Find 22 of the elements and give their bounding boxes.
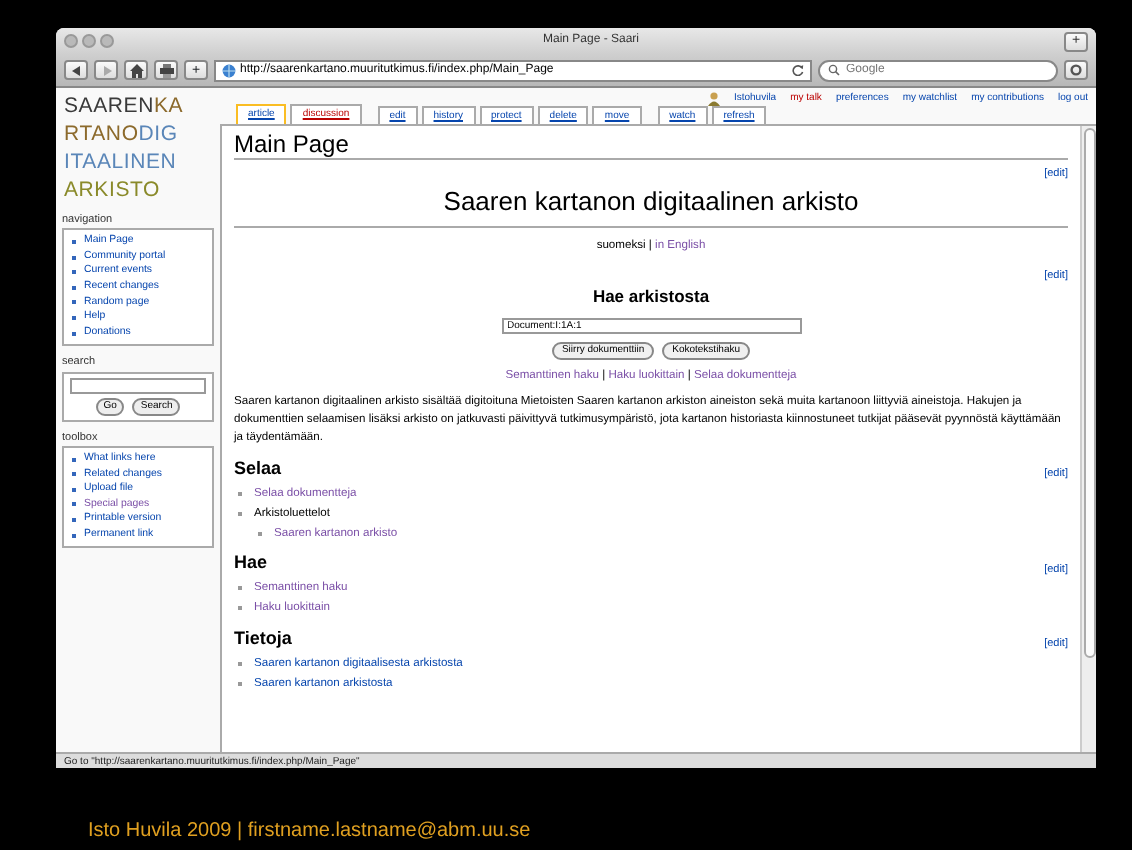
home-button[interactable] (124, 60, 148, 80)
section-heading: Hae arkistosta (590, 284, 712, 310)
user-icon (707, 92, 720, 106)
bookmarks-button[interactable] (1064, 60, 1088, 80)
section-heading: Tietoja (234, 627, 292, 650)
globe-icon (222, 63, 236, 77)
home-icon (129, 63, 143, 77)
scrollbar[interactable] (1080, 126, 1096, 752)
page-title: Main Page (234, 130, 1068, 160)
print-button[interactable] (154, 60, 178, 80)
forward-icon (101, 65, 111, 75)
printer-icon (159, 63, 173, 77)
search-input[interactable] (70, 377, 206, 394)
back-icon (71, 65, 81, 75)
page-heading: Saaren kartanon digitaalinen arkisto (234, 182, 1068, 227)
search-icon (828, 64, 842, 76)
slide-footer-text: Isto Huvila 2009 | firstname.lastname@abm.uu.se (88, 818, 533, 846)
site-logo[interactable]: SAARENKA RTANODIG ITAALINEN ARKISTO (62, 92, 214, 204)
section-heading: Selaa (234, 457, 282, 480)
reload-icon[interactable] (792, 64, 804, 76)
section-heading: Hae (234, 552, 268, 575)
back-button[interactable] (64, 60, 88, 80)
